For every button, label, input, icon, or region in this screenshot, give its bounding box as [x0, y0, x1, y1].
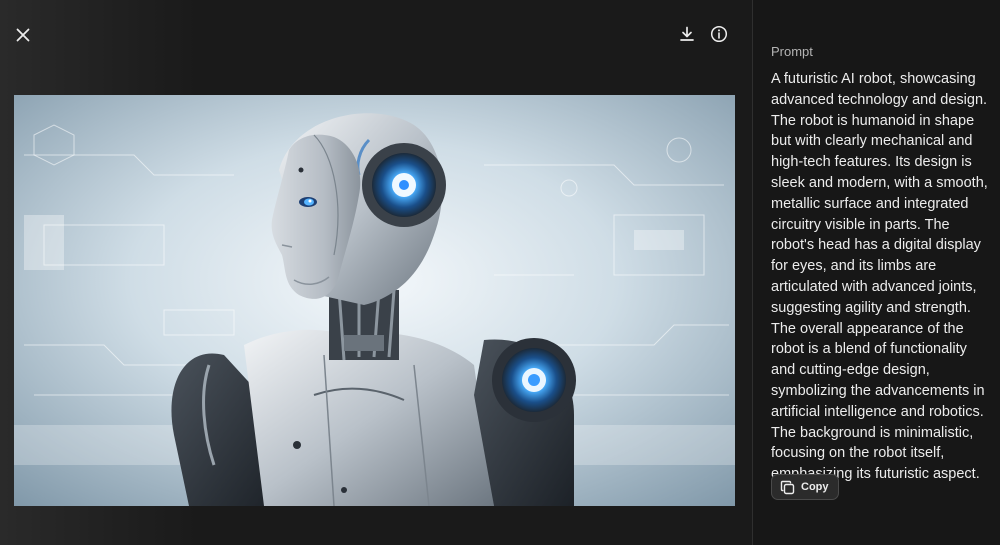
generated-image[interactable] — [14, 95, 735, 506]
prompt-label: Prompt — [771, 44, 813, 59]
copy-button-label: Copy — [801, 481, 829, 493]
info-button[interactable] — [705, 20, 733, 48]
download-button[interactable] — [673, 20, 701, 48]
copy-button[interactable]: Copy — [771, 474, 839, 500]
prompt-panel: Prompt A futuristic AI robot, showcasing… — [753, 0, 1000, 545]
close-icon — [16, 28, 30, 42]
prompt-text: A futuristic AI robot, showcasing advanc… — [771, 71, 988, 483]
download-icon — [680, 26, 694, 41]
robot-image — [14, 95, 735, 506]
image-viewer — [0, 0, 752, 545]
copy-icon — [780, 480, 795, 494]
info-icon — [710, 25, 728, 43]
close-button[interactable] — [9, 21, 37, 49]
